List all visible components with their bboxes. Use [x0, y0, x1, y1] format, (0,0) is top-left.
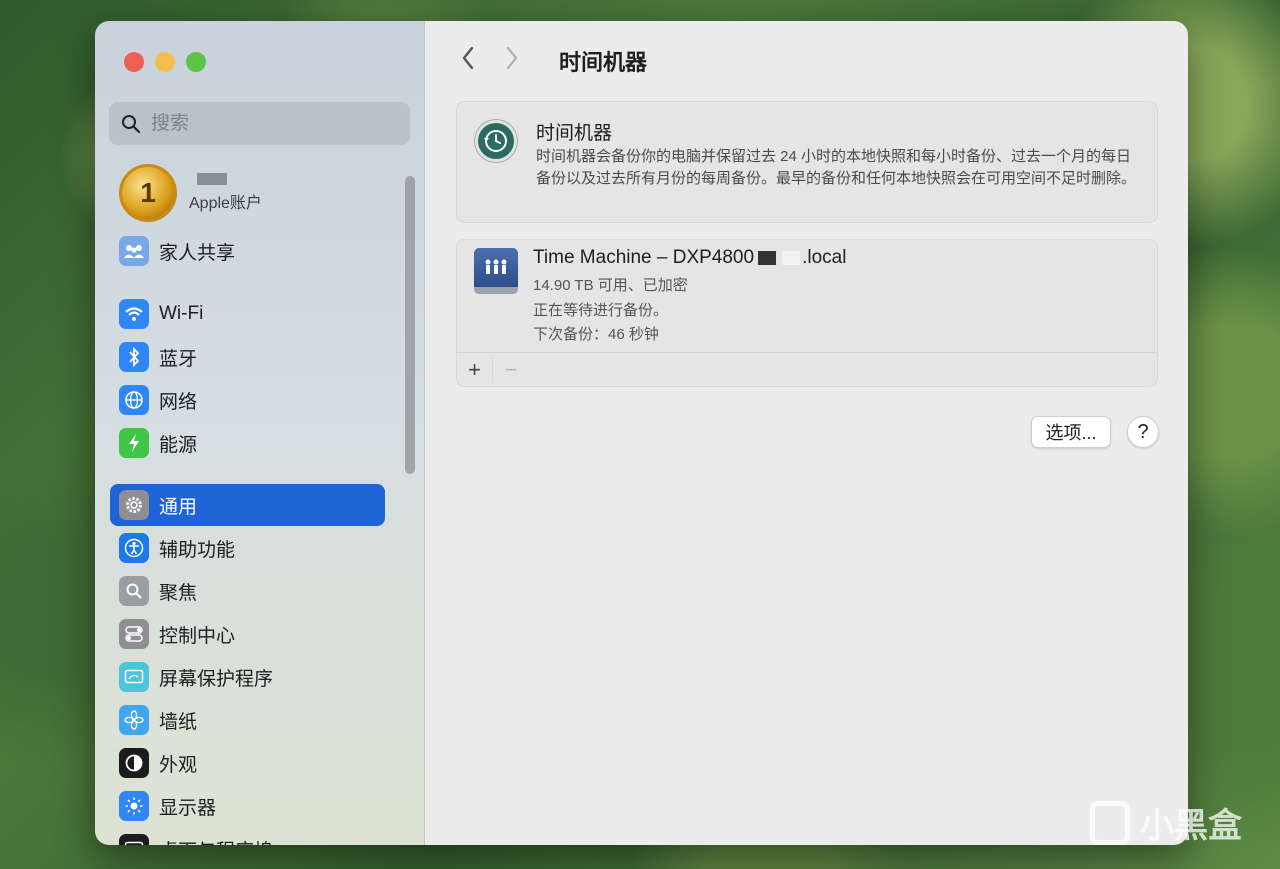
sidebar-item-label: 显示器 [159, 797, 217, 819]
watermark-text: 小黑盒 [1140, 806, 1242, 846]
magnifier-icon [119, 576, 149, 606]
sidebar-item-wallpaper[interactable]: 墙纸 [110, 699, 385, 741]
disk-capacity: 14.90 TB 可用、已加密 [533, 277, 688, 294]
sidebar-item-desktop-dock[interactable]: 桌面与程序坞 [110, 828, 385, 845]
time-machine-info-card: 时间机器 时间机器会备份你的电脑并保留过去 24 小时的本地快照和每小时备份、过… [456, 101, 1158, 223]
sidebar-item-label: 墙纸 [159, 711, 198, 733]
sidebar-item-label: 家人共享 [159, 242, 236, 264]
sidebar-group-general: 通用 辅助功能 聚焦 控制中心 屏幕保护程序 墙纸 外观 显示器 [110, 484, 385, 845]
minimize-window-button[interactable] [155, 52, 175, 72]
toggles-icon [119, 619, 149, 649]
chevron-right-icon [506, 46, 518, 70]
sidebar-item-screensaver[interactable]: 屏幕保护程序 [110, 656, 385, 698]
page-title: 时间机器 [559, 50, 648, 75]
time-machine-icon [475, 120, 517, 162]
watermark-logo-icon [1090, 800, 1130, 845]
globe-icon [119, 385, 149, 415]
sidebar-group-family: 家人共享 [110, 230, 385, 272]
traffic-lights [124, 52, 206, 72]
watermark: 小黑盒 [1090, 798, 1242, 847]
sidebar-item-label: 控制中心 [159, 625, 236, 647]
screensaver-icon [119, 662, 149, 692]
sidebar-item-wifi[interactable]: Wi-Fi [110, 293, 385, 335]
sidebar-item-label: 外观 [159, 754, 198, 776]
disk-list-footer: + − [457, 352, 1157, 386]
toolbar: 时间机器 [457, 45, 647, 77]
flower-icon [119, 705, 149, 735]
disk-name-redacted [758, 250, 777, 265]
wifi-icon [119, 299, 149, 329]
sidebar-item-bluetooth[interactable]: 蓝牙 [110, 336, 385, 378]
sidebar-item-accessibility[interactable]: 辅助功能 [110, 527, 385, 569]
sidebar-item-label: 通用 [159, 496, 198, 518]
sidebar-scrollbar[interactable] [405, 176, 415, 474]
forward-button[interactable] [501, 45, 523, 77]
sidebar-item-displays[interactable]: 显示器 [110, 785, 385, 827]
sidebar-item-label: 桌面与程序坞 [159, 836, 273, 846]
search-icon [122, 114, 141, 133]
accessibility-icon [119, 533, 149, 563]
settings-window: 1 Apple账户 家人共享 Wi-Fi [95, 21, 1188, 845]
sidebar-item-general[interactable]: 通用 [110, 484, 385, 526]
sidebar-item-label: 聚焦 [159, 582, 198, 604]
zoom-window-button[interactable] [186, 52, 206, 72]
bluetooth-icon [119, 342, 149, 372]
account-row[interactable]: 1 Apple账户 [119, 164, 262, 222]
next-backup: 下次备份：46 秒钟 [533, 326, 659, 343]
info-description: 时间机器会备份你的电脑并保留过去 24 小时的本地快照和每小时备份、过去一个月的… [536, 148, 1137, 187]
network-disk-icon [474, 248, 518, 294]
sidebar: 1 Apple账户 家人共享 Wi-Fi [95, 21, 425, 845]
appearance-icon [119, 748, 149, 778]
disk-name-prefix: Time Machine – DXP4800 [533, 247, 755, 268]
dock-icon [119, 834, 149, 845]
account-subtitle: Apple账户 [189, 195, 262, 212]
sidebar-item-appearance[interactable]: 外观 [110, 742, 385, 784]
sidebar-group-network: Wi-Fi 蓝牙 网络 能源 [110, 293, 385, 464]
remove-disk-button[interactable]: − [493, 357, 529, 383]
disk-name-suffix: .local [802, 247, 847, 268]
sidebar-item-family-sharing[interactable]: 家人共享 [110, 230, 385, 272]
sidebar-item-label: 屏幕保护程序 [159, 668, 274, 690]
avatar: 1 [119, 164, 177, 222]
sun-icon [119, 791, 149, 821]
options-button[interactable]: 选项... [1031, 416, 1111, 448]
info-title: 时间机器 [536, 123, 613, 144]
sidebar-item-label: Wi-Fi [159, 303, 204, 324]
search-input[interactable] [151, 112, 381, 135]
disk-name: Time Machine – DXP4800 .local [533, 247, 846, 269]
disk-name-redacted [782, 250, 801, 265]
account-name-redacted [197, 173, 227, 185]
family-icon [119, 236, 149, 266]
main-pane: 时间机器 时间机器 时间机器会备份你的电脑并保留过去 24 小时的本地快照和每小… [425, 21, 1188, 845]
gear-icon [119, 490, 149, 520]
sidebar-item-energy[interactable]: 能源 [110, 422, 385, 464]
close-window-button[interactable] [124, 52, 144, 72]
disk-status: 正在等待进行备份。 [533, 302, 669, 319]
sidebar-item-control-center[interactable]: 控制中心 [110, 613, 385, 655]
chevron-left-icon [462, 46, 474, 70]
backup-disk-card[interactable]: Time Machine – DXP4800 .local 14.90 TB 可用… [456, 239, 1158, 387]
sidebar-item-network[interactable]: 网络 [110, 379, 385, 421]
bolt-icon [119, 428, 149, 458]
sidebar-item-label: 蓝牙 [159, 348, 198, 370]
search-box[interactable] [109, 102, 410, 145]
sidebar-item-spotlight[interactable]: 聚焦 [110, 570, 385, 612]
sidebar-item-label: 网络 [159, 391, 198, 413]
add-disk-button[interactable]: + [457, 356, 493, 383]
help-button[interactable]: ? [1127, 416, 1159, 448]
sidebar-item-label: 能源 [159, 434, 198, 456]
sidebar-item-label: 辅助功能 [159, 539, 236, 561]
back-button[interactable] [457, 45, 479, 77]
